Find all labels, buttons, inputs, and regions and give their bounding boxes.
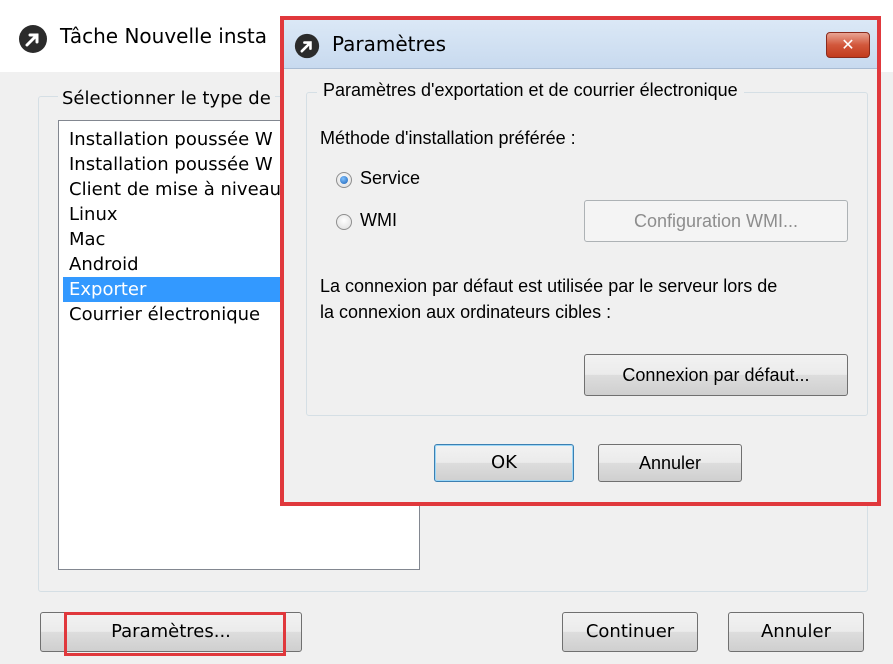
ok-button[interactable]: OK	[434, 444, 574, 482]
app-icon	[294, 33, 320, 59]
type-group-label: Sélectionner le type de	[58, 88, 275, 109]
install-method-label: Méthode d'installation préférée :	[320, 128, 576, 148]
radio-selected-dot	[340, 176, 348, 184]
settings-dialog: Paramètres ✕ Paramètres d'exportation et…	[280, 16, 881, 506]
wmi-radio[interactable]	[336, 214, 352, 230]
dialog-title: Paramètres	[332, 32, 447, 56]
continue-button[interactable]: Continuer	[562, 612, 698, 652]
back-window-title: Tâche Nouvelle insta	[60, 24, 268, 48]
app-icon	[19, 25, 47, 53]
connection-description-line2: la connexion aux ordinateurs cibles :	[320, 302, 612, 322]
dialog-titlebar: Paramètres ✕	[284, 20, 877, 69]
export-group-label: Paramètres d'exportation et de courrier …	[317, 80, 744, 101]
highlight-box	[64, 612, 286, 656]
wmi-radio-label[interactable]: WMI	[360, 210, 397, 231]
close-button[interactable]: ✕	[826, 32, 870, 58]
back-cancel-button[interactable]: Annuler	[728, 612, 864, 652]
service-radio-label[interactable]: Service	[360, 168, 420, 189]
connection-description-line1: La connexion par défaut est utilisée par…	[320, 276, 778, 296]
close-icon: ✕	[841, 35, 855, 54]
wmi-config-button[interactable]: Configuration WMI...	[584, 200, 848, 242]
service-radio[interactable]	[336, 172, 352, 188]
cancel-button[interactable]: Annuler	[598, 444, 742, 482]
default-connection-button[interactable]: Connexion par défaut...	[584, 354, 848, 396]
